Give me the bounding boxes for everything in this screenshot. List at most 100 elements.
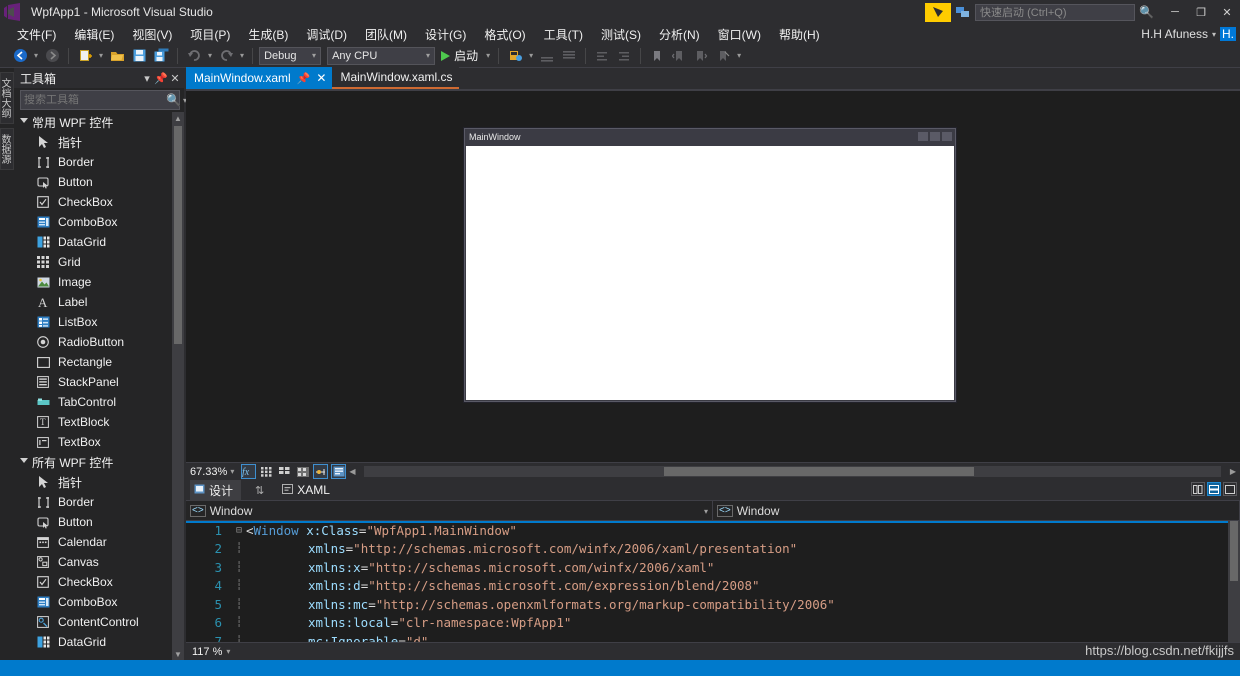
minimize-button[interactable]: ─ (1162, 0, 1188, 24)
menu-item-help[interactable]: 帮助(H) (770, 24, 829, 45)
toolbar-overflow-icon[interactable]: ▾ (735, 51, 743, 60)
toolbox-item-combobox-all[interactable]: ComboBox (14, 592, 184, 612)
toolbox-item-label[interactable]: A Label (14, 292, 184, 312)
docked-tab-data-sources[interactable]: 数据源 (0, 128, 14, 170)
scroll-left-icon[interactable]: ◀ (349, 467, 355, 476)
toolbox-item-checkbox[interactable]: CheckBox (14, 192, 184, 212)
attach-dropdown-icon[interactable]: ▾ (527, 51, 535, 60)
design-only-icon[interactable] (1223, 482, 1237, 496)
doc-outline-icon[interactable] (331, 464, 347, 479)
toolbox-item-checkbox-all[interactable]: CheckBox (14, 572, 184, 592)
menu-item-tools[interactable]: 工具(T) (535, 24, 592, 45)
chevron-down-icon[interactable] (20, 118, 28, 126)
menu-item-file[interactable]: 文件(F) (8, 24, 65, 45)
start-debug-button[interactable]: 启动 (437, 46, 482, 66)
menu-item-analyze[interactable]: 分析(N) (650, 24, 709, 45)
code-line[interactable]: 3 ┆ xmlns:x="http://schemas.microsoft.com/… (186, 558, 1240, 577)
chevron-down-icon[interactable]: ▾ (140, 70, 154, 86)
xaml-code-editor[interactable]: 1 ⊟ <Window x:Class="WpfApp1.MainWindow" 2 ┆… (186, 520, 1240, 642)
scroll-right-icon[interactable]: ▶ (1230, 467, 1236, 476)
xaml-designer-surface[interactable]: MainWindow (186, 90, 1240, 462)
scrollbar-thumb[interactable] (174, 126, 182, 344)
horizontal-split-icon[interactable] (1207, 482, 1221, 496)
menu-item-window[interactable]: 窗口(W) (709, 24, 770, 45)
close-icon[interactable]: ✕ (168, 70, 182, 86)
swap-panes-icon[interactable]: ⇅ (245, 484, 274, 497)
toolbox-item-pointer[interactable]: 指针 (14, 132, 184, 152)
solution-platform-select[interactable]: Any CPU ▾ (327, 46, 436, 65)
toolbox-item-border[interactable]: Border (14, 152, 184, 172)
toolbox-item-textblock[interactable]: T TextBlock (14, 412, 184, 432)
code-vertical-scrollbar[interactable] (1228, 521, 1240, 642)
toolbox-item-combobox[interactable]: ComboBox (14, 212, 184, 232)
scroll-up-icon[interactable]: ▲ (172, 112, 184, 124)
quick-launch-input[interactable]: 快速启动 (Ctrl+Q) (975, 3, 1136, 21)
toolbox-item-stackpanel[interactable]: StackPanel (14, 372, 184, 392)
code-line[interactable]: 5 ┆ xmlns:mc="http://schemas.openxmlformat… (186, 595, 1240, 614)
scrollbar-thumb[interactable] (664, 467, 975, 476)
feedback-icon[interactable] (954, 3, 972, 21)
chevron-down-icon[interactable]: ▾ (426, 51, 430, 60)
attach-process-icon[interactable] (505, 46, 525, 66)
toolbox-item-rectangle[interactable]: Rectangle (14, 352, 184, 372)
toolbox-item-button[interactable]: Button (14, 172, 184, 192)
chevron-down-icon[interactable]: ▾ (230, 467, 234, 476)
menu-item-edit[interactable]: 编辑(E) (65, 24, 123, 45)
chevron-down-icon[interactable]: ▾ (704, 507, 708, 516)
new-project-dropdown-icon[interactable]: ▾ (97, 51, 105, 60)
navigate-back-icon[interactable] (10, 46, 30, 66)
snap-lines-icon[interactable] (313, 464, 329, 479)
notification-badge-icon[interactable] (925, 2, 952, 22)
chevron-down-icon[interactable]: ▾ (226, 647, 230, 656)
user-account-area[interactable]: H.H Afuness ▾ H. (1141, 24, 1236, 44)
search-icon[interactable]: 🔍 (166, 93, 181, 107)
collapse-icon[interactable]: ⊟ (232, 525, 246, 536)
align-grid-icon[interactable] (295, 464, 310, 479)
code-line[interactable]: 1 ⊟ <Window x:Class="WpfApp1.MainWindow" (186, 521, 1240, 540)
search-icon[interactable]: 🔍 (1139, 5, 1154, 19)
search-input[interactable] (24, 94, 166, 106)
toolbox-search-box[interactable]: 🔍 ▾ (20, 90, 187, 110)
toolbox-group-common-wpf[interactable]: 常用 WPF 控件 (14, 112, 184, 132)
menu-item-debug[interactable]: 调试(D) (297, 24, 356, 45)
code-line[interactable]: 7 ┆ mc:Ignorable="d" (186, 632, 1240, 642)
navigate-back-dropdown-icon[interactable]: ▾ (32, 51, 40, 60)
close-button[interactable]: ✕ (1214, 0, 1240, 24)
toolbox-item-contentcontrol[interactable]: ContentControl (14, 612, 184, 632)
navigate-forward-icon[interactable] (42, 46, 62, 66)
toolbox-item-image[interactable]: Image (14, 272, 184, 292)
toolbox-item-listbox[interactable]: ListBox (14, 312, 184, 332)
save-icon[interactable] (129, 46, 149, 66)
preview-window-canvas[interactable] (466, 146, 954, 400)
toolbox-item-grid[interactable]: Grid (14, 252, 184, 272)
start-dropdown-icon[interactable]: ▾ (484, 51, 492, 60)
document-tab-mainwindow-xaml[interactable]: MainWindow.xaml 📌 ✕ (186, 67, 333, 89)
designer-horizontal-scrollbar[interactable] (364, 466, 1221, 477)
toolbox-item-button-all[interactable]: Button (14, 512, 184, 532)
menu-item-design[interactable]: 设计(G) (416, 24, 475, 45)
menu-item-test[interactable]: 测试(S) (592, 24, 650, 45)
close-icon[interactable]: ✕ (316, 71, 326, 85)
docked-tab-document-outline[interactable]: 文档大纲 (0, 72, 14, 124)
snap-grid-icon[interactable] (277, 464, 292, 479)
toolbox-item-canvas[interactable]: Canvas (14, 552, 184, 572)
menu-item-format[interactable]: 格式(O) (475, 24, 534, 45)
toolbox-group-all-wpf[interactable]: 所有 WPF 控件 (14, 452, 184, 472)
grid-dots-icon[interactable] (259, 464, 274, 479)
toolbox-item-border-all[interactable]: Border (14, 492, 184, 512)
open-file-icon[interactable] (107, 46, 127, 66)
code-line[interactable]: 2 ┆ xmlns="http://schemas.microsoft.com/wi… (186, 540, 1240, 559)
solution-configuration-select[interactable]: Debug ▾ (259, 46, 322, 65)
menu-item-team[interactable]: 团队(M) (356, 24, 416, 45)
design-preview-window[interactable]: MainWindow (464, 128, 956, 402)
tab-design-view[interactable]: 设计 (190, 479, 242, 501)
save-all-icon[interactable] (151, 46, 171, 66)
maximize-button[interactable]: ❐ (1188, 0, 1214, 24)
tab-xaml-view[interactable]: XAML (278, 481, 338, 499)
pin-icon[interactable]: 📌 (297, 72, 311, 85)
menu-item-build[interactable]: 生成(B) (239, 24, 297, 45)
navbar-type-select[interactable]: <> Window ▾ (186, 501, 713, 521)
toolbox-item-pointer-all[interactable]: 指针 (14, 472, 184, 492)
designer-zoom-select[interactable]: 67.33% ▾ (190, 466, 234, 478)
vertical-split-icon[interactable] (1191, 482, 1205, 496)
